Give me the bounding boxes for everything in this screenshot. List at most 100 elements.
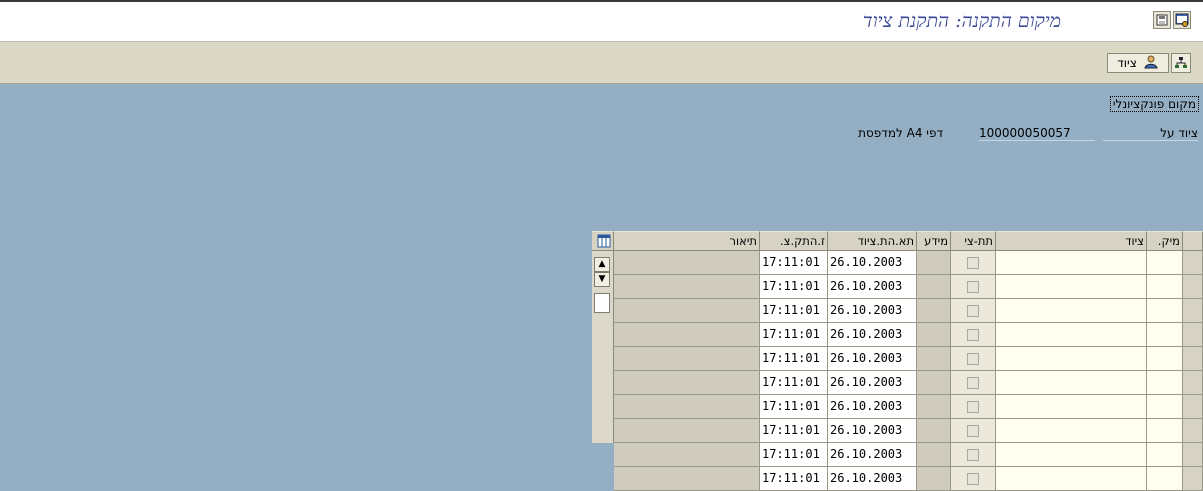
checkbox[interactable] — [967, 472, 979, 485]
cell-equipment[interactable] — [996, 275, 1147, 299]
cell-equipment[interactable] — [996, 443, 1147, 467]
functional-location-label[interactable]: מקום פונקציונלי — [1109, 96, 1199, 112]
layout-icon[interactable] — [1173, 11, 1191, 29]
cell-install-time[interactable]: 17:11:01 — [760, 467, 828, 491]
cell-install-time[interactable]: 17:11:01 — [760, 323, 828, 347]
column-header-equipment[interactable]: ציוד — [996, 231, 1147, 251]
checkbox[interactable] — [967, 280, 979, 293]
cell-equipment[interactable] — [996, 347, 1147, 371]
cell-equipment[interactable] — [996, 395, 1147, 419]
cell-install-date[interactable]: 26.10.2003 — [828, 443, 917, 467]
cell-install-time[interactable]: 17:11:01 — [760, 443, 828, 467]
equipment-button[interactable]: ציוד — [1107, 53, 1169, 73]
cell-install-date[interactable]: 26.10.2003 — [828, 323, 917, 347]
cell-info — [917, 467, 951, 491]
cell-install-date[interactable]: 26.10.2003 — [828, 419, 917, 443]
cell-equipment[interactable] — [996, 467, 1147, 491]
equipment-description: דפי A4 למדפסת — [858, 126, 943, 140]
cell-location[interactable] — [1147, 419, 1183, 443]
row-selector[interactable] — [1183, 371, 1203, 395]
equipment-on-label: ציוד על — [1103, 126, 1198, 141]
column-header-install-date[interactable]: תא.הת.ציוד — [828, 231, 917, 251]
cell-sub-equipment-checkbox[interactable] — [951, 251, 996, 275]
checkbox[interactable] — [967, 400, 979, 413]
column-header-description[interactable]: תיאור — [614, 231, 760, 251]
checkbox[interactable] — [967, 328, 979, 341]
cell-location[interactable] — [1147, 275, 1183, 299]
checkbox[interactable] — [967, 352, 979, 365]
vertical-scrollbar[interactable]: ▲ ▼ — [592, 251, 614, 443]
scroll-down-icon[interactable]: ▼ — [594, 272, 610, 287]
cell-info — [917, 419, 951, 443]
row-selector[interactable] — [1183, 251, 1203, 275]
row-selector[interactable] — [1183, 443, 1203, 467]
cell-install-date[interactable]: 26.10.2003 — [828, 275, 917, 299]
cell-equipment[interactable] — [996, 251, 1147, 275]
column-header-location[interactable]: מיק. — [1147, 231, 1183, 251]
cell-install-date[interactable]: 26.10.2003 — [828, 371, 917, 395]
cell-equipment[interactable] — [996, 371, 1147, 395]
save-icon[interactable] — [1153, 11, 1171, 29]
cell-equipment[interactable] — [996, 323, 1147, 347]
cell-install-date[interactable]: 26.10.2003 — [828, 467, 917, 491]
cell-info — [917, 251, 951, 275]
scroll-up-icon[interactable]: ▲ — [594, 257, 610, 272]
cell-install-time[interactable]: 17:11:01 — [760, 275, 828, 299]
cell-sub-equipment-checkbox[interactable] — [951, 443, 996, 467]
cell-sub-equipment-checkbox[interactable] — [951, 371, 996, 395]
cell-install-time[interactable]: 17:11:01 — [760, 251, 828, 275]
cell-sub-equipment-checkbox[interactable] — [951, 347, 996, 371]
cell-install-time[interactable]: 17:11:01 — [760, 395, 828, 419]
cell-install-time[interactable]: 17:11:01 — [760, 371, 828, 395]
cell-equipment[interactable] — [996, 419, 1147, 443]
cell-location[interactable] — [1147, 251, 1183, 275]
row-selector[interactable] — [1183, 275, 1203, 299]
cell-description — [614, 251, 760, 275]
cell-location[interactable] — [1147, 299, 1183, 323]
cell-sub-equipment-checkbox[interactable] — [951, 299, 996, 323]
title-bar-icons — [1153, 11, 1191, 29]
cell-install-date[interactable]: 26.10.2003 — [828, 395, 917, 419]
checkbox[interactable] — [967, 304, 979, 317]
column-header-install-time[interactable]: ז.התק.צ. — [760, 231, 828, 251]
row-selector[interactable] — [1183, 347, 1203, 371]
cell-location[interactable] — [1147, 443, 1183, 467]
row-select-header[interactable] — [1183, 231, 1203, 251]
cell-install-date[interactable]: 26.10.2003 — [828, 299, 917, 323]
cell-info — [917, 323, 951, 347]
cell-install-date[interactable]: 26.10.2003 — [828, 251, 917, 275]
cell-install-date[interactable]: 26.10.2003 — [828, 347, 917, 371]
row-selector[interactable] — [1183, 467, 1203, 491]
cell-sub-equipment-checkbox[interactable] — [951, 419, 996, 443]
cell-info — [917, 443, 951, 467]
cell-sub-equipment-checkbox[interactable] — [951, 395, 996, 419]
checkbox[interactable] — [967, 424, 979, 437]
cell-description — [614, 419, 760, 443]
checkbox[interactable] — [967, 448, 979, 461]
scroll-thumb[interactable] — [594, 293, 610, 313]
column-settings-icon[interactable] — [592, 231, 614, 251]
cell-install-time[interactable]: 17:11:01 — [760, 299, 828, 323]
cell-install-time[interactable]: 17:11:01 — [760, 419, 828, 443]
cell-location[interactable] — [1147, 395, 1183, 419]
cell-location[interactable] — [1147, 323, 1183, 347]
row-selector[interactable] — [1183, 299, 1203, 323]
row-selector[interactable] — [1183, 323, 1203, 347]
cell-sub-equipment-checkbox[interactable] — [951, 323, 996, 347]
cell-location[interactable] — [1147, 371, 1183, 395]
column-header-sub-equipment[interactable]: תת-צי — [951, 231, 996, 251]
cell-sub-equipment-checkbox[interactable] — [951, 275, 996, 299]
row-selector[interactable] — [1183, 419, 1203, 443]
hierarchy-icon[interactable] — [1171, 53, 1191, 73]
checkbox[interactable] — [967, 256, 979, 269]
cell-location[interactable] — [1147, 467, 1183, 491]
cell-install-time[interactable]: 17:11:01 — [760, 347, 828, 371]
cell-equipment[interactable] — [996, 299, 1147, 323]
checkbox[interactable] — [967, 376, 979, 389]
cell-description — [614, 275, 760, 299]
installation-table: תיאור ז.התק.צ. תא.הת.ציוד מידע תת-צי ציו… — [592, 231, 1203, 491]
cell-sub-equipment-checkbox[interactable] — [951, 467, 996, 491]
column-header-info[interactable]: מידע — [917, 231, 951, 251]
cell-location[interactable] — [1147, 347, 1183, 371]
row-selector[interactable] — [1183, 395, 1203, 419]
